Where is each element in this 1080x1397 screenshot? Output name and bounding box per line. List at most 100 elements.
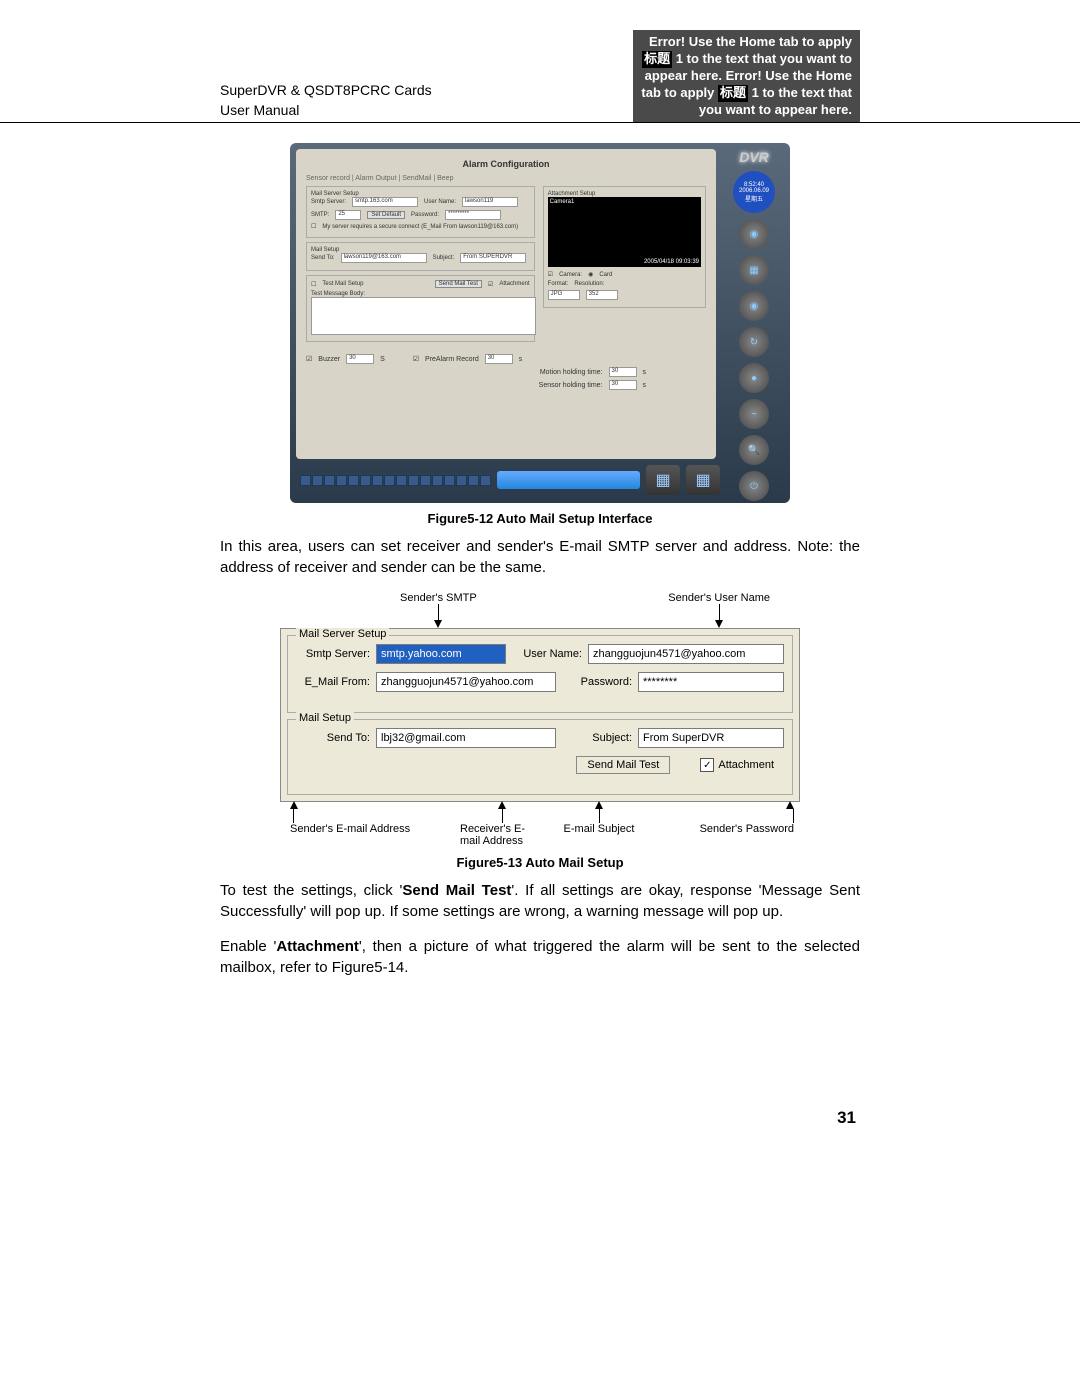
group-title: Mail Server Setup: [296, 628, 389, 640]
preview-timestamp: 2005/04/18 09:03:39: [644, 259, 699, 265]
smtp-server-input[interactable]: smtp.163.com: [352, 197, 418, 207]
sensor-hold-value[interactable]: 30: [609, 380, 637, 390]
camera-value: Card: [599, 272, 612, 278]
label-senders-username: Sender's User Name: [668, 592, 770, 604]
format-select[interactable]: JPG: [548, 290, 580, 300]
user-name-input[interactable]: zhangguojun4571@yahoo.com: [588, 644, 784, 664]
side-button-4[interactable]: ↻: [739, 327, 769, 357]
motion-hold-unit: s: [643, 369, 647, 376]
side-button-3[interactable]: ◉: [739, 291, 769, 321]
attachment-checkbox[interactable]: ✓ Attachment: [700, 758, 774, 772]
dvr-sidebar: DVR 8:52:40 2006.06.09 星期五 ◉ ▦ ◉ ↻ ● − 🔍…: [724, 149, 784, 501]
label-receivers-email: Receiver's E-mail Address: [460, 823, 544, 847]
label-senders-password: Sender's Password: [700, 823, 794, 835]
attachment-label: Attachment: [718, 759, 774, 771]
alarm-config-panel: Alarm Configuration Sensor record | Alar…: [296, 149, 716, 459]
mail-server-setup-group: Mail Server Setup Smtp Server: smtp.163.…: [306, 186, 535, 238]
smtp-port-input[interactable]: 25: [335, 210, 361, 220]
header-error-box: Error! Use the Home tab to apply 标题 1 to…: [633, 30, 860, 122]
smtp-server-input[interactable]: smtp.yahoo.com: [376, 644, 506, 664]
paragraph-2: To test the settings, click 'Send Mail T…: [220, 880, 860, 922]
password-input[interactable]: *********: [445, 210, 501, 220]
camera-checkbox[interactable]: ☑: [548, 271, 553, 278]
bottom-bar-button[interactable]: [497, 471, 640, 489]
smtp-server-label: Smtp Server:: [311, 199, 346, 205]
resolution-label: Resolution:: [574, 281, 604, 287]
paragraph-3: Enable 'Attachment', then a picture of w…: [220, 936, 860, 978]
send-to-input[interactable]: lbj32@gmail.com: [376, 728, 556, 748]
dvr-clock: 8:52:40 2006.06.09 星期五: [733, 171, 775, 213]
figure-5-12: Alarm Configuration Sensor record | Alar…: [290, 143, 790, 503]
label-email-subject: E-mail Subject: [564, 823, 635, 835]
send-to-label: Send To:: [311, 255, 335, 261]
bottom-icon-2[interactable]: ▦: [686, 465, 720, 495]
checkbox-icon: ✓: [700, 758, 714, 772]
bottom-icon-1[interactable]: ▦: [646, 465, 680, 495]
test-mail-group: ☐ Test Mail Setup Send Mail Test ☑ Attac…: [306, 275, 535, 342]
manual-name: User Manual: [220, 101, 432, 121]
side-button-2[interactable]: ▦: [739, 255, 769, 285]
email-from-input[interactable]: zhangguojun4571@yahoo.com: [376, 672, 556, 692]
buzzer-checkbox[interactable]: ☑: [306, 355, 312, 363]
side-button-power[interactable]: ⏻: [739, 471, 769, 501]
smtp-port-label: SMTP:: [311, 212, 329, 218]
sensor-hold-unit: s: [643, 382, 647, 389]
smtp-server-label: Smtp Server:: [296, 648, 370, 660]
subject-input[interactable]: From SUPERDVR: [460, 253, 526, 263]
send-to-label: Send To:: [296, 732, 370, 744]
arrow-up-icon: [290, 801, 298, 809]
user-name-label: User Name:: [424, 199, 456, 205]
camera-label: Camera:: [559, 272, 582, 278]
subject-input[interactable]: From SuperDVR: [638, 728, 784, 748]
arrow-down-icon: [715, 620, 723, 628]
email-from-label: E_Mail From:: [296, 676, 370, 688]
subject-label: Subject:: [433, 255, 455, 261]
camera-name: Camera1: [550, 199, 575, 205]
config-tabs[interactable]: Sensor record | Alarm Output | SendMail …: [306, 175, 706, 182]
send-mail-test-button[interactable]: Send Mail Test: [435, 280, 482, 288]
secure-conn-label: My server requires a secure connect (E_M…: [322, 224, 518, 230]
page-header: SuperDVR & QSDT8PCRC Cards User Manual E…: [0, 30, 1080, 123]
prealarm-checkbox[interactable]: ☑: [413, 355, 419, 363]
side-button-5[interactable]: ●: [739, 363, 769, 393]
side-button-search[interactable]: 🔍: [739, 435, 769, 465]
motion-hold-value[interactable]: 30: [609, 367, 637, 377]
send-mail-test-button[interactable]: Send Mail Test: [576, 756, 670, 774]
user-name-input[interactable]: lawson119: [462, 197, 518, 207]
error-line2: 标题 1 to the text that you want to: [641, 51, 852, 68]
camera-preview: Camera1 2005/04/18 09:03:39: [548, 197, 701, 267]
prealarm-value[interactable]: 30: [485, 354, 513, 364]
test-message-body-input[interactable]: [311, 297, 536, 335]
label-senders-smtp: Sender's SMTP: [400, 592, 477, 604]
channel-chips[interactable]: [300, 475, 491, 486]
attachment-checkbox[interactable]: ☑: [488, 281, 493, 288]
side-button-minus[interactable]: −: [739, 399, 769, 429]
mail-panel: Mail Server Setup Smtp Server: smtp.yaho…: [280, 628, 800, 802]
error-line5: you want to appear here.: [641, 102, 852, 119]
format-label: Format:: [548, 281, 569, 287]
secure-conn-checkbox[interactable]: ☐: [311, 223, 316, 230]
attachment-label: Attachment: [499, 281, 529, 287]
arrow-down-icon: [434, 620, 442, 628]
camera-radio[interactable]: ◉: [588, 271, 593, 278]
dvr-logo: DVR: [739, 149, 769, 165]
mail-server-setup-group: Mail Server Setup Smtp Server: smtp.yaho…: [287, 635, 793, 713]
test-mail-checkbox[interactable]: ☐: [311, 281, 316, 288]
page-content: Alarm Configuration Sensor record | Alar…: [0, 123, 1080, 1128]
error-line4: tab to apply 标题 1 to the text that: [641, 85, 852, 102]
figure-5-12-caption: Figure5-12 Auto Mail Setup Interface: [220, 511, 860, 526]
send-to-input[interactable]: lawson119@163.com: [341, 253, 427, 263]
buzzer-unit: S: [380, 356, 385, 363]
buzzer-label: Buzzer: [318, 356, 340, 363]
mail-setup-group: Mail Setup Send To: lawson119@163.com Su…: [306, 242, 535, 271]
subject-label: Subject:: [562, 732, 632, 744]
set-default-button[interactable]: Set Default: [367, 211, 405, 219]
resolution-select[interactable]: 352: [586, 290, 618, 300]
paragraph-1: In this area, users can set receiver and…: [220, 536, 860, 578]
mail-setup-group: Mail Setup Send To: lbj32@gmail.com Subj…: [287, 719, 793, 795]
side-button-1[interactable]: ◉: [739, 219, 769, 249]
buzzer-value[interactable]: 30: [346, 354, 374, 364]
figure-5-13-caption: Figure5-13 Auto Mail Setup: [220, 855, 860, 870]
error-line3: appear here. Error! Use the Home: [641, 68, 852, 85]
password-input[interactable]: ********: [638, 672, 784, 692]
